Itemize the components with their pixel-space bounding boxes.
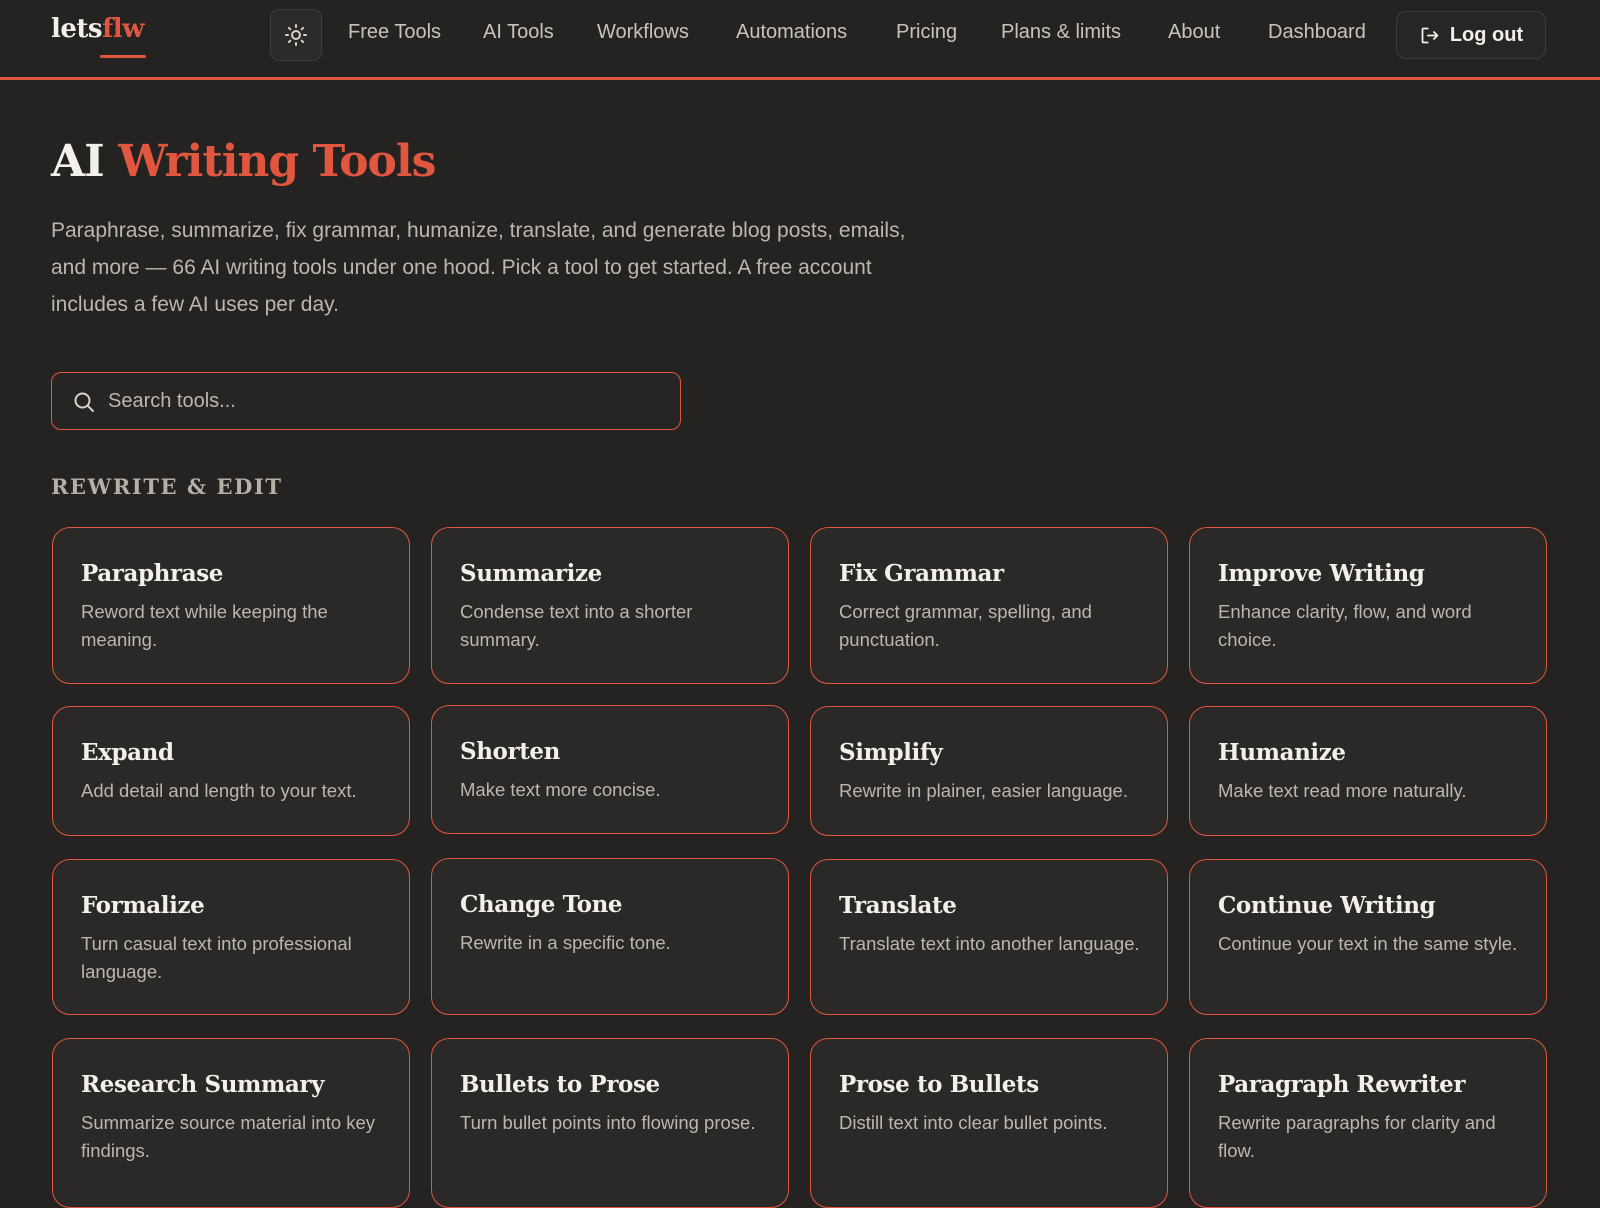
tool-card-description: Enhance clarity, flow, and word choice. [1218, 601, 1472, 650]
nav-link-automations[interactable]: Automations [736, 21, 847, 44]
nav-link-plans-limits[interactable]: Plans & limits [1001, 21, 1121, 44]
tool-card-description: Rewrite paragraphs for clarity and flow. [1218, 1112, 1496, 1161]
tool-card-title: Continue Writing [1218, 892, 1436, 919]
tool-card-title: Research Summary [81, 1071, 325, 1098]
tool-card-description: Distill text into clear bullet points. [839, 1112, 1108, 1133]
tool-card-title: Bullets to Prose [460, 1071, 660, 1098]
search-box[interactable] [51, 372, 681, 430]
tool-card-description: Make text more concise. [460, 779, 661, 800]
top-navigation-bar: letsflw Free Tools AI Tools Workflows Au… [0, 0, 1600, 80]
tool-card-translate[interactable]: Translate Translate text into another la… [810, 859, 1168, 1015]
nav-link-ai-tools[interactable]: AI Tools [483, 21, 554, 44]
tool-card-summarize[interactable]: Summarize Condense text into a shorter s… [431, 527, 789, 684]
search-icon [74, 392, 94, 412]
tool-card-paragraph-rewriter[interactable]: Paragraph Rewriter Rewrite paragraphs fo… [1189, 1038, 1547, 1208]
tool-card-fix-grammar[interactable]: Fix Grammar Correct grammar, spelling, a… [810, 527, 1168, 684]
sun-icon [285, 24, 307, 46]
tool-card-title: Prose to Bullets [839, 1071, 1039, 1098]
log-out-label: Log out [1449, 23, 1524, 46]
tool-card-description: Reword text while keeping the meaning. [81, 601, 328, 650]
page-title-plain: AI [51, 136, 105, 187]
tool-card-title: Simplify [839, 739, 943, 766]
tool-card-description: Turn casual text into professional langu… [81, 933, 352, 982]
tool-card-bullets-to-prose[interactable]: Bullets to Prose Turn bullet points into… [431, 1038, 789, 1208]
logo-text-main: lets [51, 14, 103, 44]
search-input[interactable] [108, 379, 668, 423]
tool-card-description: Rewrite in a specific tone. [460, 932, 671, 953]
tool-card-title: Humanize [1218, 739, 1346, 766]
tool-card-description: Add detail and length to your text. [81, 780, 357, 801]
tool-card-change-tone[interactable]: Change Tone Rewrite in a specific tone. [431, 858, 789, 1015]
tool-card-shorten[interactable]: Shorten Make text more concise. [431, 705, 789, 834]
nav-link-dashboard[interactable]: Dashboard [1268, 21, 1366, 44]
tool-card-description: Translate text into another language. [839, 933, 1140, 954]
page-title-accent: Writing Tools [118, 136, 436, 187]
tool-card-title: Expand [81, 739, 174, 766]
nav-link-workflows[interactable]: Workflows [597, 21, 689, 44]
log-out-button[interactable]: Log out [1396, 11, 1546, 59]
page-intro: Paraphrase, summarize, fix grammar, huma… [51, 219, 906, 316]
section-title-rewrite-edit: REWRITE & EDIT [51, 474, 283, 499]
tool-card-title: Formalize [81, 892, 205, 919]
tool-card-research-summary[interactable]: Research Summary Summarize source materi… [52, 1038, 410, 1208]
nav-link-about[interactable]: About [1168, 21, 1220, 44]
logo-text-accent: flw [102, 14, 145, 44]
tool-card-paraphrase[interactable]: Paraphrase Reword text while keeping the… [52, 527, 410, 684]
tool-card-description: Make text read more naturally. [1218, 780, 1467, 801]
theme-toggle-button[interactable] [270, 9, 322, 61]
log-out-icon [1421, 27, 1439, 43]
tool-card-continue-writing[interactable]: Continue Writing Continue your text in t… [1189, 859, 1547, 1015]
nav-link-free-tools[interactable]: Free Tools [348, 21, 441, 44]
tool-card-title: Translate [839, 892, 957, 919]
tool-card-title: Change Tone [460, 891, 623, 918]
tool-card-description: Summarize source material into key findi… [81, 1112, 376, 1161]
tool-card-humanize[interactable]: Humanize Make text read more naturally. [1189, 706, 1547, 836]
tool-card-title: Summarize [460, 560, 602, 587]
tool-card-title: Paragraph Rewriter [1218, 1071, 1466, 1098]
tool-card-prose-to-bullets[interactable]: Prose to Bullets Distill text into clear… [810, 1038, 1168, 1208]
page-title: AI Writing Tools [51, 136, 436, 187]
nav-link-pricing[interactable]: Pricing [896, 21, 957, 44]
tool-card-title: Shorten [460, 738, 560, 765]
tool-card-description: Correct grammar, spelling, and punctuati… [839, 601, 1092, 650]
tool-card-title: Paraphrase [81, 560, 224, 587]
tool-card-description: Continue your text in the same style. [1218, 933, 1518, 954]
tool-card-formalize[interactable]: Formalize Turn casual text into professi… [52, 859, 410, 1015]
tool-card-title: Fix Grammar [839, 560, 1004, 587]
logo-underline [100, 55, 146, 58]
tool-card-expand[interactable]: Expand Add detail and length to your tex… [52, 706, 410, 836]
tool-card-improve-writing[interactable]: Improve Writing Enhance clarity, flow, a… [1189, 527, 1547, 684]
tool-card-description: Rewrite in plainer, easier language. [839, 780, 1128, 801]
tool-card-description: Turn bullet points into flowing prose. [460, 1112, 756, 1133]
tool-card-simplify[interactable]: Simplify Rewrite in plainer, easier lang… [810, 706, 1168, 836]
tool-card-description: Condense text into a shorter summary. [460, 601, 693, 650]
tool-card-title: Improve Writing [1218, 560, 1425, 587]
logo[interactable]: letsflw [51, 14, 145, 44]
